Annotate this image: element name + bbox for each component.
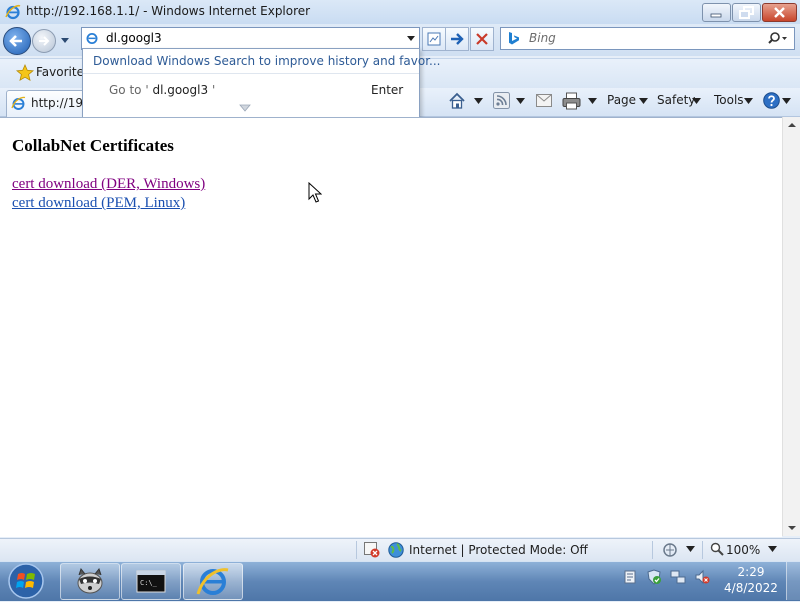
address-dropdown-icon[interactable]: [406, 34, 416, 42]
goto-suggestion[interactable]: Go to ' dl.googl3 ': [109, 83, 215, 97]
page-menu-button[interactable]: Page: [607, 91, 653, 111]
address-input[interactable]: [106, 30, 396, 46]
print-icon: [562, 92, 581, 110]
safety-menu-label: Safety: [657, 93, 696, 107]
page-menu-label: Page: [607, 93, 637, 107]
help-button[interactable]: [763, 91, 793, 111]
security-shield-icon[interactable]: [646, 569, 662, 585]
vertical-scrollbar[interactable]: [782, 117, 800, 536]
clock-date: 4/8/2022: [724, 581, 778, 595]
internet-explorer-icon: [196, 568, 229, 595]
print-dropdown-icon: [588, 98, 597, 104]
feeds-button[interactable]: [493, 91, 533, 111]
compatibility-view-icon: [427, 32, 441, 46]
tools-menu-label: Tools: [714, 93, 744, 107]
svg-text:C:\_: C:\_: [140, 579, 158, 587]
security-zone-label: Internet | Protected Mode: Off: [409, 543, 588, 557]
tab-label: http://192: [31, 96, 86, 110]
scroll-down-icon[interactable]: [783, 520, 800, 536]
zoom-magnifier-icon: [710, 542, 724, 556]
close-icon: [774, 7, 785, 18]
status-divider: [702, 541, 703, 559]
taskbar-raccoon-app[interactable]: [60, 563, 120, 600]
dropdown-divider: [83, 73, 419, 74]
protected-mode-icon[interactable]: [662, 542, 680, 558]
bing-logo-icon: [509, 32, 519, 45]
show-desktop-button[interactable]: [786, 562, 800, 600]
volume-muted-icon[interactable]: [694, 569, 710, 585]
goto-enter-hint: Enter: [371, 83, 404, 97]
go-button[interactable]: [445, 27, 469, 51]
title-bar: http://192.168.1.1/ - Windows Internet E…: [0, 0, 800, 25]
start-button-icon[interactable]: [4, 562, 48, 600]
feeds-dropdown-icon: [516, 98, 525, 104]
read-mail-icon[interactable]: [536, 94, 552, 107]
network-icon[interactable]: [670, 569, 686, 585]
clock-time: 2:29: [737, 565, 765, 579]
rss-feed-icon: [493, 92, 510, 109]
home-button[interactable]: [448, 91, 488, 111]
restore-button[interactable]: [732, 3, 761, 22]
recent-pages-dropdown-icon[interactable]: [58, 34, 72, 46]
help-dropdown-icon: [782, 98, 791, 104]
minimize-icon: [710, 13, 722, 18]
safety-dropdown-icon: [692, 98, 701, 104]
cert-der-download-link[interactable]: cert download (DER, Windows): [12, 176, 205, 193]
popup-blocked-icon: [364, 542, 380, 558]
raccoon-app-icon: [77, 567, 103, 594]
compatibility-view-button[interactable]: [422, 27, 446, 51]
search-icon[interactable]: [768, 31, 788, 46]
command-prompt-icon: C:\_: [136, 570, 166, 593]
home-icon: [449, 92, 465, 109]
expand-dropdown-icon[interactable]: [239, 104, 251, 112]
system-clock[interactable]: 2:29 4/8/2022: [722, 564, 780, 596]
favorites-label: Favorite: [36, 65, 84, 79]
forward-arrow-icon: [39, 36, 50, 46]
minimize-button[interactable]: [702, 3, 731, 22]
safety-menu-button[interactable]: Safety: [657, 91, 707, 111]
zoom-level: 100%: [726, 543, 761, 557]
zoom-dropdown-icon[interactable]: [768, 546, 777, 552]
windows-search-promo-link[interactable]: Download Windows Search to improve histo…: [93, 54, 440, 68]
search-input[interactable]: [529, 30, 759, 46]
search-box[interactable]: [500, 27, 795, 50]
taskbar-command-prompt[interactable]: C:\_: [121, 563, 181, 600]
back-button[interactable]: [3, 27, 31, 55]
cert-pem-download-link[interactable]: cert download (PEM, Linux): [12, 195, 185, 212]
favorites-star-icon: [16, 64, 34, 82]
page-dropdown-icon: [639, 98, 648, 104]
window-title: http://192.168.1.1/ - Windows Internet E…: [26, 4, 311, 18]
stop-button[interactable]: [470, 27, 494, 51]
address-autocomplete-dropdown: Download Windows Search to improve histo…: [82, 48, 440, 118]
home-dropdown-icon: [474, 98, 483, 104]
status-divider: [356, 541, 357, 559]
tools-menu-button[interactable]: Tools: [714, 91, 760, 111]
forward-button[interactable]: [32, 29, 56, 53]
restore-icon: [739, 6, 754, 19]
status-divider: [652, 541, 653, 559]
mouse-cursor-icon: [308, 182, 322, 203]
address-bar[interactable]: [81, 27, 420, 50]
print-button[interactable]: [562, 91, 602, 111]
zone-dropdown-icon[interactable]: [686, 546, 695, 552]
action-center-flag-icon[interactable]: [622, 569, 638, 585]
tab-current[interactable]: http://192: [6, 90, 86, 117]
help-icon: [763, 92, 780, 109]
page-ie-icon: [86, 33, 98, 44]
go-arrow-icon: [451, 33, 464, 45]
tools-dropdown-icon: [744, 98, 753, 104]
page-content: CollabNet Certificates cert download (DE…: [0, 117, 782, 537]
back-arrow-icon: [9, 35, 22, 47]
stop-x-icon: [476, 33, 488, 45]
page-heading: CollabNet Certificates: [12, 136, 174, 155]
close-window-button[interactable]: [762, 3, 797, 22]
ie-logo-icon: [5, 5, 21, 20]
internet-globe-icon: [388, 542, 404, 558]
scroll-up-icon[interactable]: [783, 117, 800, 133]
taskbar-internet-explorer[interactable]: [183, 563, 243, 600]
tab-ie-icon: [11, 96, 26, 110]
